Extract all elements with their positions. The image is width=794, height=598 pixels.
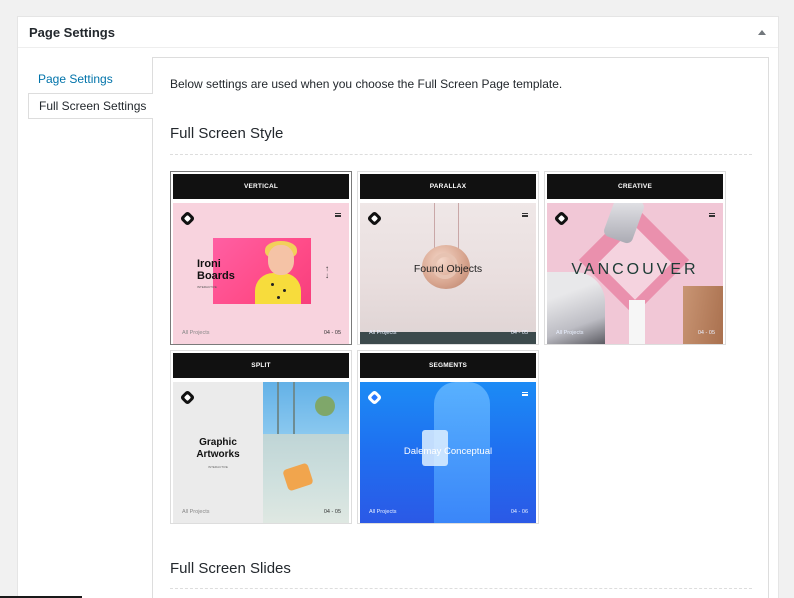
style-option-vertical[interactable]: VERTICAL Ironi Boards INTERACTIVE ↑ ↓ All… xyxy=(170,171,352,345)
tab-full-screen-settings[interactable]: Full Screen Settings xyxy=(28,93,153,119)
style-label: PARALLAX xyxy=(360,174,536,199)
person-shirt xyxy=(255,273,301,304)
parallax-preview-image: Found Objects All Projects 04 - 05 xyxy=(360,203,536,344)
title-line: Boards xyxy=(197,270,235,282)
style-option-parallax[interactable]: PARALLAX Found Objects All Projects 04 -… xyxy=(357,171,539,345)
preview-title: Dalemay Conceptual xyxy=(403,446,493,457)
preview-title: VANCOUVER xyxy=(571,261,699,278)
preview-footer-right: 04 - 06 xyxy=(510,509,528,515)
style-label: SPLIT xyxy=(173,353,349,378)
hanging-string xyxy=(434,203,435,251)
logo-icon xyxy=(553,210,570,227)
slides-divider xyxy=(170,588,752,589)
preview-title: Graphic Artworks xyxy=(173,437,263,461)
preview-title: Ironi Boards xyxy=(197,258,257,282)
metabox-header[interactable]: Page Settings xyxy=(18,17,778,48)
preview-footer-right: 04 - 05 xyxy=(697,330,715,336)
preview-title: Found Objects xyxy=(413,263,483,275)
preview-footer-left: All Projects xyxy=(369,509,397,515)
full-screen-settings-panel: Below settings are used when you choose … xyxy=(152,57,769,598)
title-line: Artworks xyxy=(196,449,240,460)
style-option-split[interactable]: SPLIT Graphic Artworks INTERACTIVE All P… xyxy=(170,350,352,524)
page-settings-metabox: Page Settings Page Settings Full Screen … xyxy=(17,16,779,598)
menu-icon xyxy=(522,213,528,217)
style-option-segments[interactable]: SEGMENTS Dalemay Conceptual All Projects… xyxy=(357,350,539,524)
preview-footer-left: All Projects xyxy=(369,330,397,336)
preview-footer-left: All Projects xyxy=(556,330,584,336)
preview-footer-left: All Projects xyxy=(182,509,210,515)
tab-page-settings[interactable]: Page Settings xyxy=(28,65,153,92)
panel-intro-text: Below settings are used when you choose … xyxy=(170,77,563,91)
split-preview-image: Graphic Artworks INTERACTIVE All Project… xyxy=(173,382,349,523)
style-label: SEGMENTS xyxy=(360,353,536,378)
preview-subtitle: INTERACTIVE xyxy=(208,465,228,469)
segments-preview-image: Dalemay Conceptual All Projects 04 - 06 xyxy=(360,382,536,523)
title-line: Graphic xyxy=(199,437,237,448)
collapse-arrow-icon[interactable] xyxy=(758,29,766,35)
shirt-dot xyxy=(277,296,280,299)
creative-preview-image: VANCOUVER All Projects 04 - 05 xyxy=(547,203,723,344)
style-option-creative[interactable]: CREATIVE VANCOUVER All Projects 04 - 05 xyxy=(544,171,726,345)
preview-footer-right: 04 - 05 xyxy=(323,330,341,336)
vertical-preview-image: Ironi Boards INTERACTIVE ↑ ↓ All Projects… xyxy=(173,203,349,344)
hanging-string xyxy=(458,203,459,251)
preview-footer-left: All Projects xyxy=(182,330,210,336)
preview-footer-right: 04 - 05 xyxy=(510,330,528,336)
logo-icon xyxy=(366,210,383,227)
logo-icon xyxy=(366,389,383,406)
logo-icon xyxy=(179,210,196,227)
preview-footer-right: 04 - 05 xyxy=(323,509,341,515)
menu-icon xyxy=(335,213,341,217)
style-label: VERTICAL xyxy=(173,174,349,199)
sky-photo xyxy=(263,382,349,434)
tree-shape xyxy=(315,396,335,416)
settings-tabs: Page Settings Full Screen Settings xyxy=(28,65,153,119)
shirt-dot xyxy=(283,289,286,292)
full-screen-slides-heading: Full Screen Slides xyxy=(170,560,291,577)
pillar xyxy=(277,382,279,434)
preview-subtitle: INTERACTIVE xyxy=(197,285,217,289)
menu-icon xyxy=(522,392,528,396)
column-shape xyxy=(629,300,645,344)
metabox-title: Page Settings xyxy=(29,24,115,40)
full-screen-style-heading: Full Screen Style xyxy=(170,125,284,142)
pillar xyxy=(293,382,295,434)
title-line: Ironi xyxy=(197,258,221,270)
style-label: CREATIVE xyxy=(547,174,723,199)
style-divider xyxy=(170,154,752,155)
menu-icon xyxy=(709,213,715,217)
shirt-dot xyxy=(271,283,274,286)
person-face xyxy=(268,245,294,275)
up-down-arrows-icon: ↑ ↓ xyxy=(325,264,329,280)
